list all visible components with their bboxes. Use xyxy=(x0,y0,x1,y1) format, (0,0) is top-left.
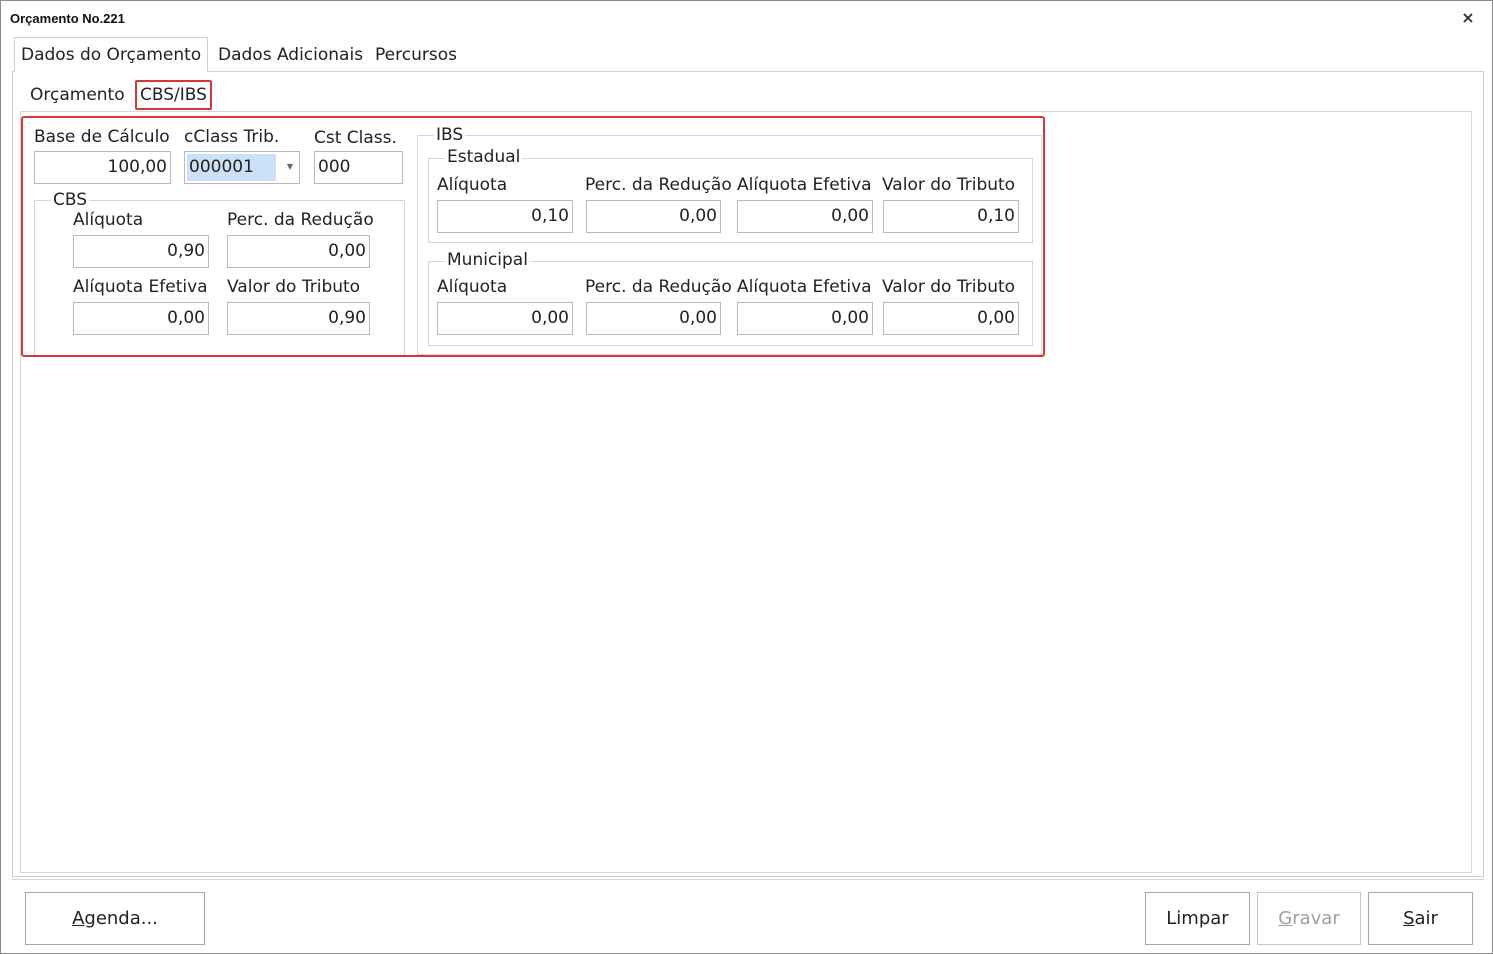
agenda-label: genda... xyxy=(84,908,158,929)
estadual-aliquota-label: Alíquota xyxy=(437,175,508,195)
estadual-valor-tributo-field[interactable]: 0,10 xyxy=(883,200,1019,233)
cclass-trib-value: 000001 xyxy=(187,154,276,181)
cbs-aliquota-efetiva-field[interactable]: 0,00 xyxy=(73,302,209,335)
municipal-perc-reducao-label: Perc. da Redução xyxy=(585,277,732,297)
subtab-cbs-ibs[interactable]: CBS/IBS xyxy=(135,80,212,110)
ibs-group-title: IBS xyxy=(434,125,466,145)
municipal-aliquota-efetiva-label: Alíquota Efetiva xyxy=(737,277,872,297)
gravar-button[interactable]: Gravar xyxy=(1257,892,1361,945)
cclass-trib-select[interactable]: 000001 ▼ xyxy=(184,151,300,184)
municipal-valor-tributo-label: Valor do Tributo xyxy=(882,277,1016,297)
municipal-aliquota-efetiva-field[interactable]: 0,00 xyxy=(737,302,873,335)
limpar-button[interactable]: Limpar xyxy=(1145,892,1250,945)
estadual-perc-reducao-field[interactable]: 0,00 xyxy=(586,200,721,233)
cbs-group-title: CBS xyxy=(51,190,90,210)
gravar-label: ravar xyxy=(1292,908,1340,929)
window-title: Orçamento No.221 xyxy=(10,11,125,26)
tab-dados-orcamento[interactable]: Dados do Orçamento xyxy=(14,37,209,72)
cclass-trib-label: cClass Trib. xyxy=(184,127,280,147)
cst-class-field[interactable]: 000 xyxy=(314,151,403,184)
municipal-aliquota-label: Alíquota xyxy=(437,277,508,297)
sair-mnemonic: S xyxy=(1403,908,1415,929)
gravar-mnemonic: G xyxy=(1278,908,1293,929)
cbs-valor-tributo-label: Valor do Tributo xyxy=(227,277,361,297)
municipal-perc-reducao-field[interactable]: 0,00 xyxy=(586,302,721,335)
sair-label: air xyxy=(1414,908,1438,929)
base-calculo-label: Base de Cálculo xyxy=(34,127,170,147)
cbs-perc-reducao-field[interactable]: 0,00 xyxy=(227,235,370,268)
cbs-perc-reducao-label: Perc. da Redução xyxy=(227,210,374,230)
tab-dados-adicionais[interactable]: Dados Adicionais xyxy=(212,38,369,73)
municipal-valor-tributo-field[interactable]: 0,00 xyxy=(883,302,1019,335)
sair-button[interactable]: Sair xyxy=(1368,892,1473,945)
estadual-aliquota-field[interactable]: 0,10 xyxy=(437,200,573,233)
cbs-aliquota-field[interactable]: 0,90 xyxy=(73,235,209,268)
cst-class-label: Cst Class. xyxy=(314,128,397,148)
estadual-group-title: Estadual xyxy=(445,147,523,167)
orcamento-window: Orçamento No.221 × Dados do Orçamento Da… xyxy=(0,0,1493,954)
municipal-group-title: Municipal xyxy=(445,250,530,270)
municipal-aliquota-field[interactable]: 0,00 xyxy=(437,302,573,335)
estadual-aliquota-efetiva-label: Alíquota Efetiva xyxy=(737,175,872,195)
subtab-orcamento[interactable]: Orçamento xyxy=(26,80,129,110)
estadual-perc-reducao-label: Perc. da Redução xyxy=(585,175,732,195)
cbs-aliquota-label: Alíquota xyxy=(73,210,144,230)
agenda-mnemonic: A xyxy=(72,908,85,929)
estadual-valor-tributo-label: Valor do Tributo xyxy=(882,175,1016,195)
agenda-button[interactable]: Agenda... xyxy=(25,892,205,945)
cbs-aliquota-efetiva-label: Alíquota Efetiva xyxy=(73,277,208,297)
cbs-valor-tributo-field[interactable]: 0,90 xyxy=(227,302,370,335)
close-icon[interactable]: × xyxy=(1459,9,1477,27)
footer-divider xyxy=(12,879,1484,880)
chevron-down-icon[interactable]: ▼ xyxy=(285,160,295,174)
tab-percursos[interactable]: Percursos xyxy=(369,38,463,73)
estadual-aliquota-efetiva-field[interactable]: 0,00 xyxy=(737,200,873,233)
base-calculo-field[interactable]: 100,00 xyxy=(34,151,171,184)
